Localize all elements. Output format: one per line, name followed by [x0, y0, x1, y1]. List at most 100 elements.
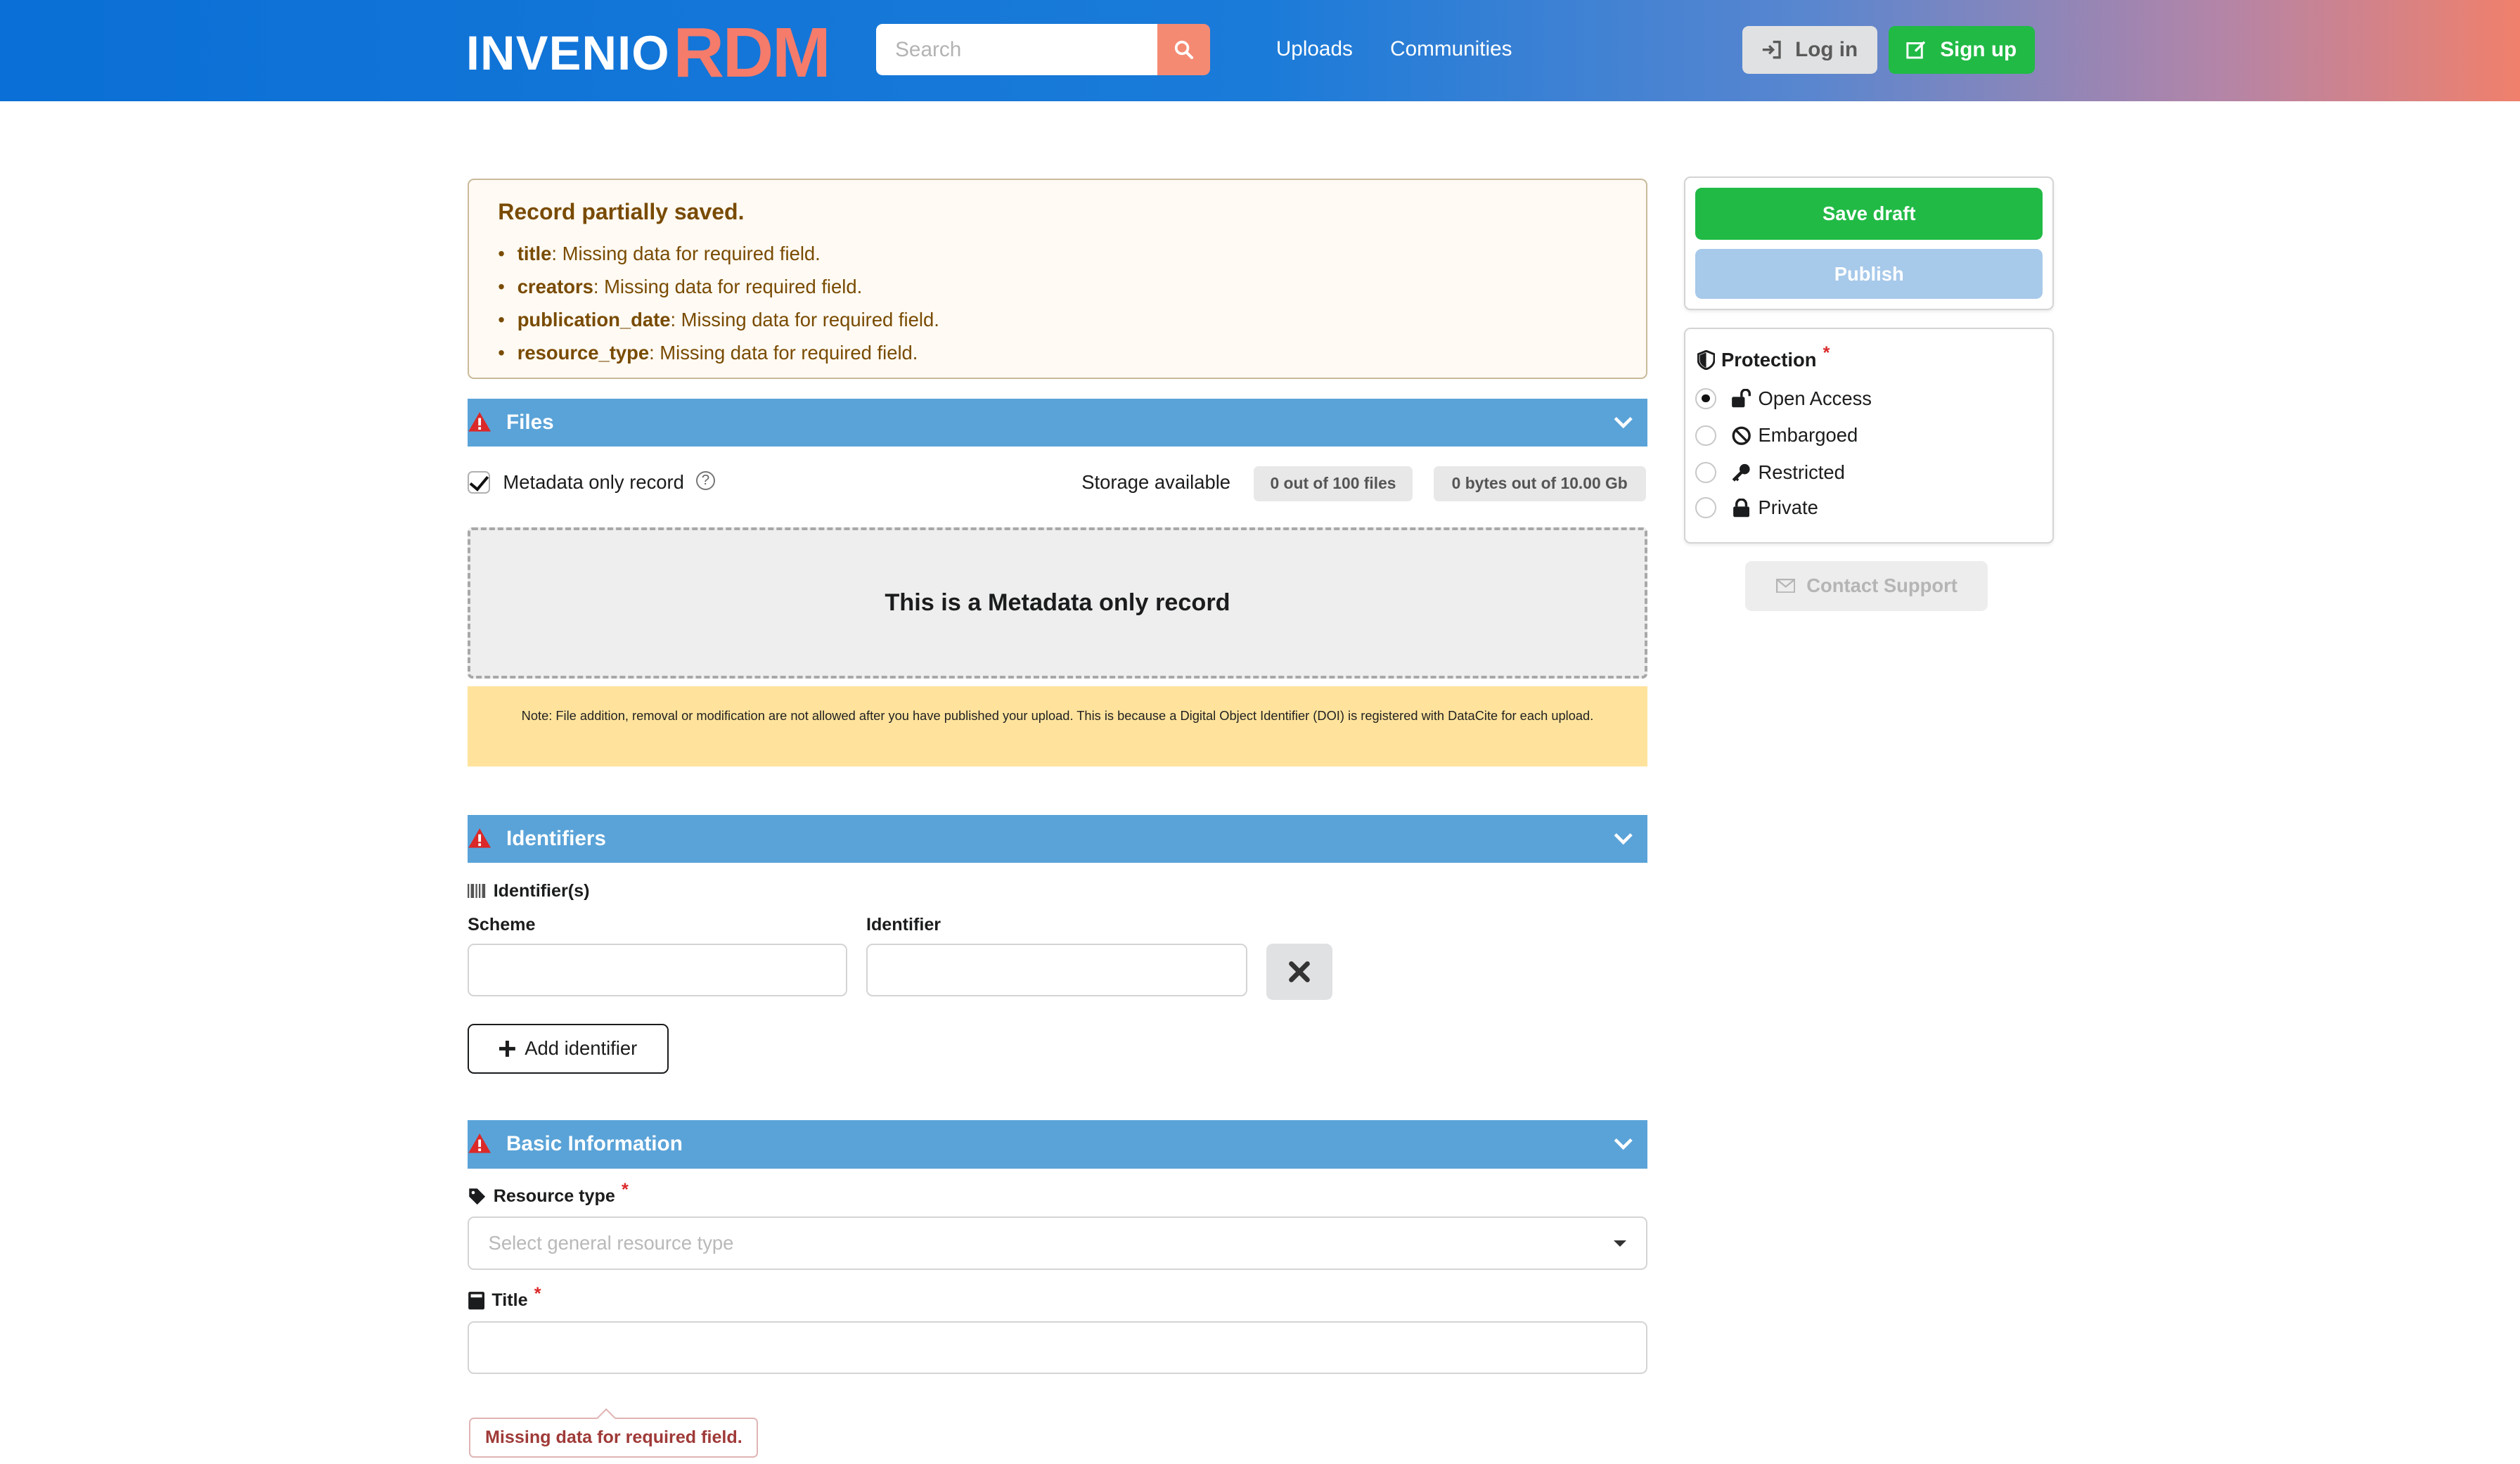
required-asterisk: *: [621, 1179, 629, 1200]
close-icon: [1289, 961, 1310, 982]
metadata-only-checkbox[interactable]: [468, 470, 491, 494]
warning-triangle-icon: [468, 1134, 491, 1154]
signup-button[interactable]: Sign up: [1888, 25, 2035, 75]
login-label: Log in: [1795, 37, 1858, 61]
option-label: Private: [1758, 496, 1818, 519]
chevron-down-icon: [1614, 1138, 1633, 1150]
nav-uploads-link[interactable]: Uploads: [1276, 37, 1353, 61]
title-error-label: Missing data for required field.: [469, 1417, 759, 1458]
doi-note: Note: File addition, removal or modifica…: [468, 686, 1647, 767]
metadata-only-dropzone: This is a Metadata only record: [468, 527, 1647, 679]
basic-info-section-header[interactable]: Basic Information: [468, 1120, 1647, 1169]
files-count-chip: 0 out of 100 files: [1253, 465, 1413, 502]
search-button[interactable]: [1157, 24, 1211, 76]
resource-type-label-text: Resource type: [493, 1186, 615, 1206]
identifiers-label: Identifier(s): [493, 880, 590, 901]
unlock-icon: [1731, 388, 1752, 409]
resource-type-label: Resource type *: [468, 1180, 629, 1207]
title-label-text: Title: [491, 1290, 528, 1311]
search-icon: [1174, 40, 1193, 60]
book-icon: [468, 1292, 485, 1310]
warning-field: publication_date: [517, 309, 671, 331]
scheme-label: Scheme: [468, 914, 536, 935]
sign-in-icon: [1762, 41, 1781, 59]
top-navbar: INVENIO RDM Uploads Communities Log in S…: [0, 0, 2520, 101]
contact-support-button[interactable]: Contact Support: [1745, 560, 1988, 611]
radio-button[interactable]: [1695, 387, 1717, 409]
nav-communities-link[interactable]: Communities: [1390, 37, 1512, 61]
tag-icon: [469, 1188, 486, 1205]
identifier-input[interactable]: [866, 943, 1247, 997]
title-label: Title *: [468, 1284, 541, 1311]
help-circle-icon[interactable]: ?: [695, 470, 716, 491]
required-asterisk: *: [534, 1284, 541, 1304]
login-button[interactable]: Log in: [1742, 25, 1877, 75]
warning-triangle-icon: [468, 412, 491, 432]
basic-info-section-title: Basic Information: [506, 1132, 683, 1156]
identifiers-group-label: Identifier(s): [468, 880, 590, 901]
save-draft-button[interactable]: Save draft: [1695, 188, 2043, 240]
warning-title: Record partially saved.: [498, 199, 745, 225]
warning-item: publication_date: Missing data for requi…: [498, 304, 1616, 337]
envelope-icon: [1775, 578, 1796, 593]
identifiers-section-title: Identifiers: [506, 827, 606, 851]
radio-button[interactable]: [1695, 425, 1717, 447]
partial-save-warning: Record partially saved. title: Missing d…: [468, 178, 1647, 380]
signup-label: Sign up: [1940, 37, 2017, 61]
protection-label: Protection: [1721, 348, 1817, 371]
warning-message: : Missing data for required field.: [649, 341, 918, 364]
logo-rdm-text: RDM: [673, 13, 830, 92]
warning-item: title: Missing data for required field.: [498, 238, 1616, 271]
edit-icon: [1906, 41, 1926, 59]
storage-available-label: Storage available: [1081, 470, 1231, 493]
search-input[interactable]: [875, 24, 1157, 76]
protection-title: Protection *: [1697, 343, 1830, 371]
warning-message: : Missing data for required field.: [593, 276, 863, 298]
files-section-title: Files: [506, 411, 554, 435]
protection-option-restricted[interactable]: Restricted: [1695, 460, 1845, 486]
warning-item: creators: Missing data for required fiel…: [498, 271, 1616, 304]
option-label: Embargoed: [1758, 424, 1858, 447]
dropdown-caret-icon: [1614, 1240, 1627, 1247]
shield-icon: [1697, 350, 1715, 370]
key-icon: [1731, 462, 1752, 483]
add-identifier-label: Add identifier: [525, 1037, 638, 1060]
publish-button[interactable]: Publish: [1695, 249, 2043, 300]
chevron-down-icon: [1614, 833, 1633, 845]
identifiers-section-header[interactable]: Identifiers: [468, 814, 1647, 863]
resource-type-select[interactable]: Select general resource type: [468, 1216, 1647, 1270]
warning-list: title: Missing data for required field. …: [498, 238, 1616, 369]
title-input[interactable]: [468, 1321, 1647, 1375]
remove-identifier-button[interactable]: [1266, 943, 1332, 1000]
radio-button[interactable]: [1695, 497, 1717, 519]
protection-option-embargoed[interactable]: Embargoed: [1695, 423, 1858, 449]
logo-invenio-text: INVENIO: [465, 25, 670, 80]
dropzone-text: This is a Metadata only record: [885, 589, 1230, 616]
required-asterisk: *: [1822, 343, 1830, 364]
files-section-header[interactable]: Files: [468, 398, 1647, 447]
option-label: Open Access: [1758, 387, 1872, 409]
warning-field: creators: [517, 276, 593, 298]
contact-support-label: Contact Support: [1806, 574, 1958, 597]
add-identifier-button[interactable]: Add identifier: [468, 1023, 669, 1074]
resource-type-placeholder: Select general resource type: [488, 1231, 734, 1254]
plus-icon: [499, 1040, 515, 1057]
protection-option-open-access[interactable]: Open Access: [1695, 386, 1872, 412]
scheme-input[interactable]: [468, 943, 847, 997]
warning-field: title: [517, 243, 552, 265]
lock-icon: [1731, 497, 1752, 518]
warning-triangle-icon: [468, 828, 491, 848]
metadata-only-label: Metadata only record: [503, 470, 684, 493]
protection-option-private[interactable]: Private: [1695, 495, 1818, 521]
invenio-rdm-logo[interactable]: INVENIO RDM: [465, 13, 831, 93]
barcode-icon: [468, 883, 486, 899]
identifier-label: Identifier: [866, 914, 941, 935]
warning-message: : Missing data for required field.: [670, 309, 939, 331]
radio-button[interactable]: [1695, 462, 1717, 483]
warning-item: resource_type: Missing data for required…: [498, 337, 1616, 370]
option-label: Restricted: [1758, 461, 1845, 483]
warning-message: : Missing data for required field.: [551, 243, 821, 265]
warning-field: resource_type: [517, 341, 650, 364]
storage-size-chip: 0 bytes out of 10.00 Gb: [1433, 465, 1646, 502]
ban-icon: [1731, 425, 1752, 447]
